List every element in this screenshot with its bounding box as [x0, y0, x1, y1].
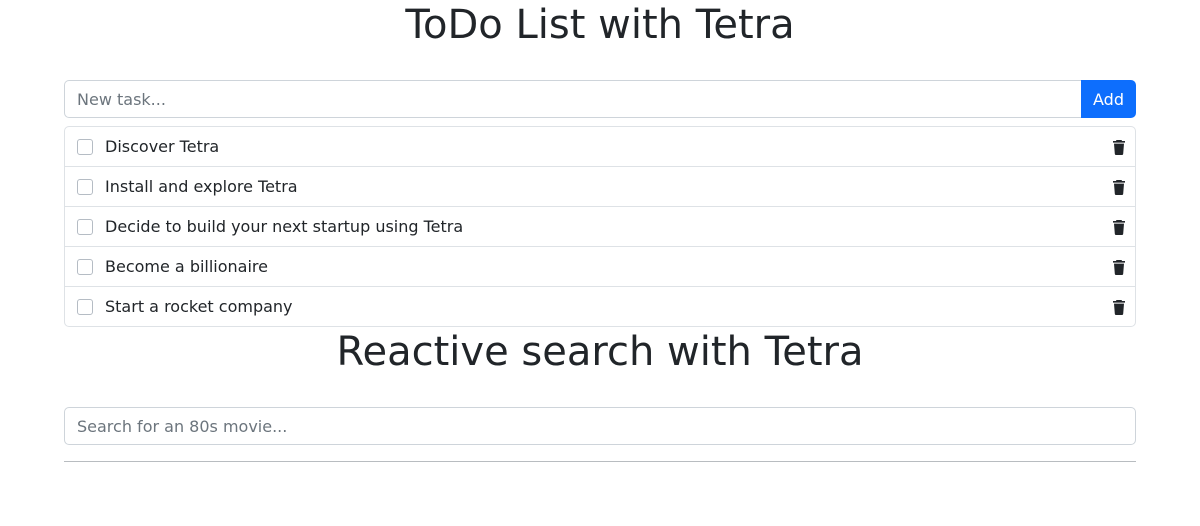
todo-item: Become a billionaire	[65, 247, 1135, 287]
new-task-input[interactable]	[64, 80, 1081, 118]
todo-list: Discover Tetra Install and explore Tetra…	[64, 126, 1136, 327]
new-task-input-group: Add	[64, 80, 1136, 118]
todo-item: Install and explore Tetra	[65, 167, 1135, 207]
todo-item-text: Install and explore Tetra	[105, 177, 298, 196]
todo-item-text: Become a billionaire	[105, 257, 268, 276]
todo-item-text: Discover Tetra	[105, 137, 220, 156]
todo-checkbox[interactable]	[77, 258, 93, 275]
todo-checkbox[interactable]	[77, 178, 93, 195]
todo-item-text: Decide to build your next startup using …	[105, 217, 464, 236]
page: ToDo List with Tetra Add Discover Tetra …	[0, 0, 1200, 526]
divider	[64, 461, 1136, 462]
todo-item: Decide to build your next startup using …	[65, 207, 1135, 247]
trash-icon[interactable]	[1111, 299, 1127, 315]
search-input[interactable]	[64, 407, 1136, 445]
trash-icon[interactable]	[1111, 219, 1127, 235]
trash-icon[interactable]	[1111, 139, 1127, 155]
todo-item: Start a rocket company	[65, 287, 1135, 326]
todo-checkbox[interactable]	[77, 298, 93, 315]
todo-section-title: ToDo List with Tetra	[405, 2, 795, 48]
todo-item-text: Start a rocket company	[105, 297, 293, 316]
todo-item: Discover Tetra	[65, 127, 1135, 167]
trash-icon[interactable]	[1111, 179, 1127, 195]
add-task-button[interactable]: Add	[1081, 80, 1136, 118]
todo-checkbox[interactable]	[77, 138, 93, 155]
search-section-title: Reactive search with Tetra	[336, 329, 864, 375]
todo-checkbox[interactable]	[77, 218, 93, 235]
trash-icon[interactable]	[1111, 259, 1127, 275]
